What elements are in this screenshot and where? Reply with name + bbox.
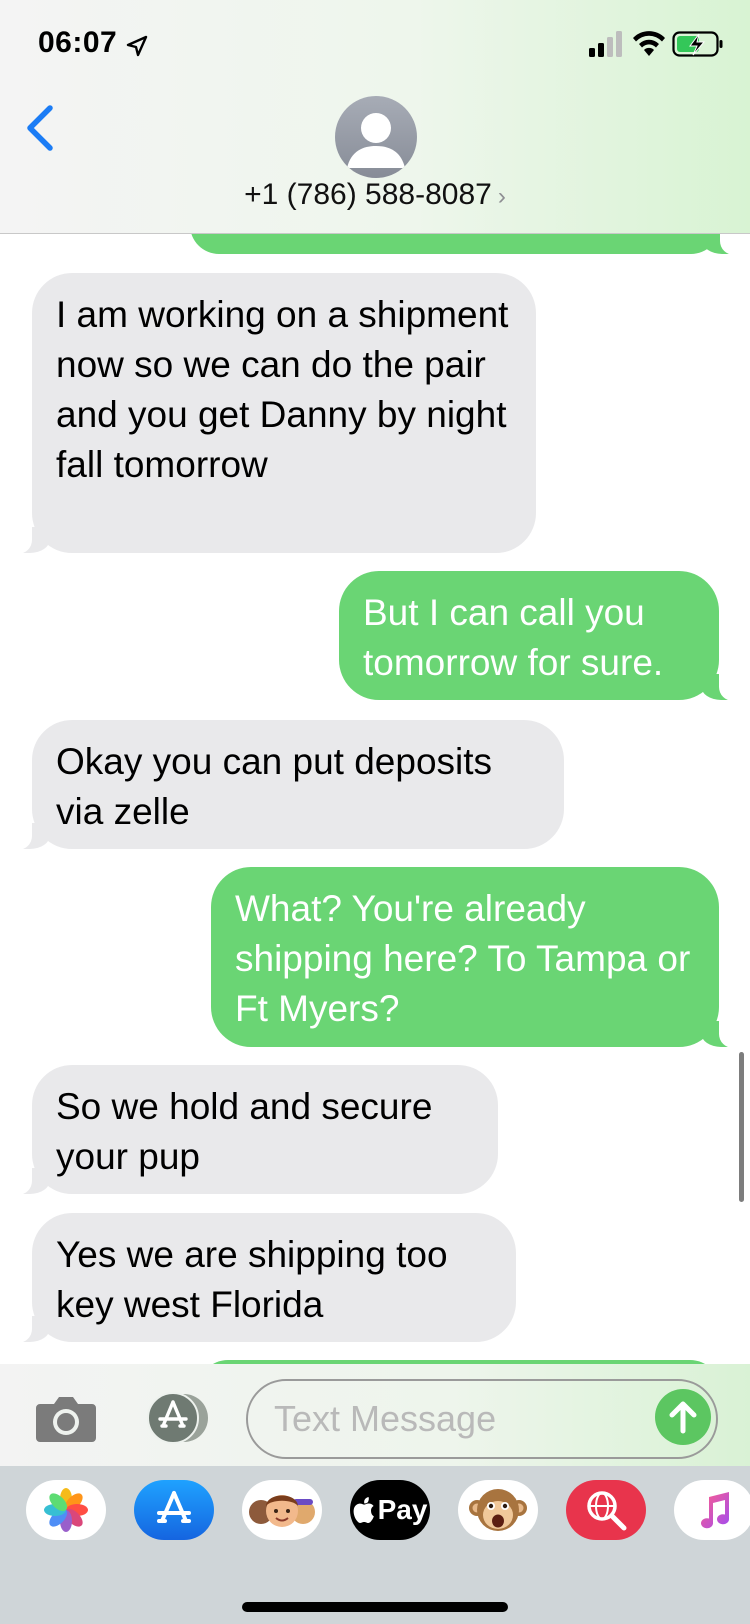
- message-input[interactable]: [246, 1379, 718, 1459]
- contact-name: +1 (786) 588-8087: [244, 178, 492, 211]
- message-bubble-incoming[interactable]: Yes we are shipping too key west Florida: [10, 1213, 516, 1343]
- photos-app-icon[interactable]: [26, 1480, 106, 1540]
- wifi-icon: [633, 31, 665, 56]
- chevron-right-icon: ›: [497, 183, 506, 210]
- message-text: I am working on a shipment now so we can…: [56, 294, 509, 485]
- message-bubble-outgoing[interactable]: But I can call you tomorrow for sure.: [339, 571, 741, 701]
- home-indicator[interactable]: [242, 1602, 508, 1612]
- message-bubble-outgoing[interactable]: What? You're already shipping here? To T…: [211, 867, 741, 1048]
- contact-avatar[interactable]: [335, 96, 417, 178]
- messages-screen: I am working on a shipment now so we can…: [0, 0, 750, 1624]
- compose-bar: [0, 1364, 750, 1466]
- person-silhouette-icon: [347, 113, 405, 168]
- camera-icon[interactable]: [34, 1394, 98, 1444]
- message-text: But I can call you tomorrow for sure.: [363, 592, 664, 683]
- message-text: Yes we are shipping too key west Florida: [56, 1234, 448, 1325]
- animoji-app-icon[interactable]: [458, 1480, 538, 1540]
- app-store-app-icon[interactable]: [134, 1480, 214, 1540]
- message-bubble-incoming[interactable]: So we hold and secure your pup: [10, 1065, 498, 1195]
- location-arrow-icon: [126, 35, 148, 57]
- message-bubble-incoming[interactable]: Okay you can put deposits via zelle: [10, 720, 564, 850]
- message-text: Okay you can put deposits via zelle: [56, 741, 493, 832]
- message-bubble-incoming[interactable]: I am working on a shipment now so we can…: [10, 273, 536, 554]
- status-time: 06:07: [38, 26, 118, 59]
- send-button[interactable]: [655, 1389, 711, 1445]
- conversation-header: 06:07 +1 (786) 588-8087 ›: [0, 0, 750, 234]
- arrow-up-icon: [669, 1401, 697, 1434]
- memoji-app-icon[interactable]: [242, 1480, 322, 1540]
- apple-logo-icon: [353, 1497, 374, 1523]
- apple-pay-label: Pay: [377, 1494, 428, 1525]
- music-app-icon[interactable]: [674, 1480, 750, 1540]
- imessage-app-drawer: Pay: [0, 1466, 750, 1624]
- app-store-icon[interactable]: [140, 1392, 212, 1444]
- battery-charging-icon: [672, 31, 723, 57]
- message-text: So we hold and secure your pup: [56, 1086, 433, 1177]
- message-text: What? You're already shipping here? To T…: [235, 888, 691, 1029]
- contact-name-button[interactable]: +1 (786) 588-8087 ›: [0, 178, 750, 212]
- scroll-indicator[interactable]: [739, 1052, 744, 1202]
- apple-pay-app-icon[interactable]: Pay: [350, 1480, 430, 1540]
- back-chevron-icon[interactable]: [20, 100, 60, 156]
- web-search-app-icon[interactable]: [566, 1480, 646, 1540]
- cellular-signal-icon: [589, 31, 622, 57]
